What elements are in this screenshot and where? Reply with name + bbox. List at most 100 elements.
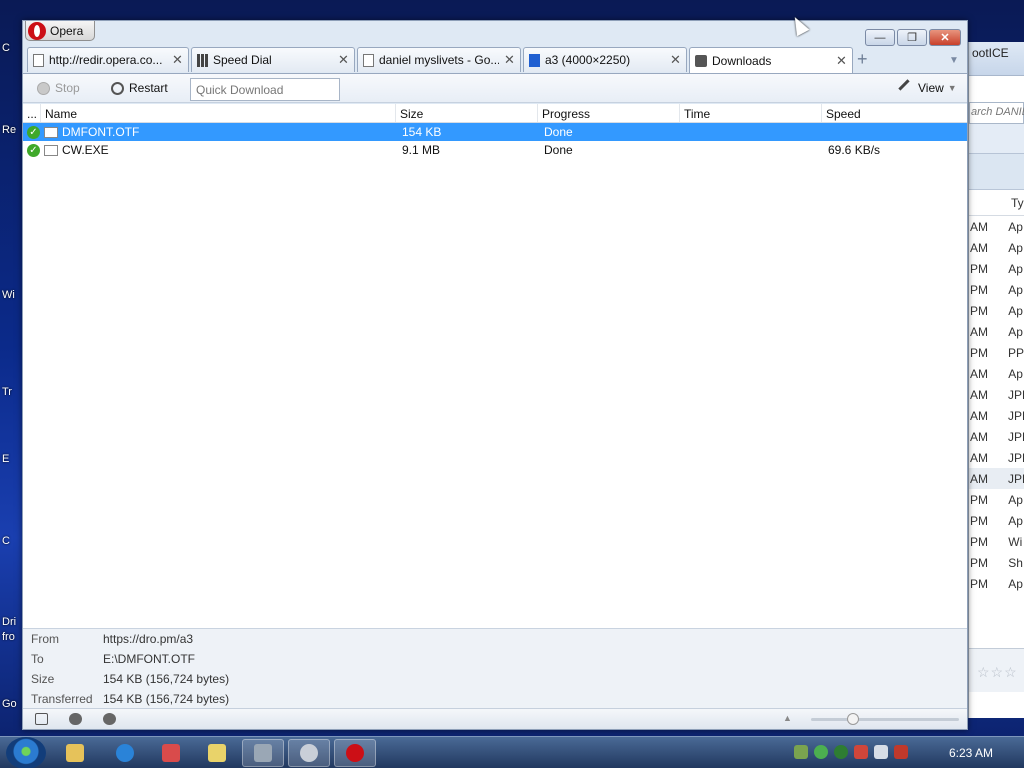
taskbar-opera[interactable] — [334, 739, 376, 767]
quick-download-input[interactable]: Quick Download — [190, 78, 340, 101]
tray-icon[interactable] — [794, 745, 808, 759]
detail-value[interactable]: E:\DMFONT.OTF — [103, 652, 195, 669]
restart-button[interactable]: Restart — [111, 81, 168, 95]
background-file-row[interactable]: PM Ap — [969, 489, 1024, 510]
view-button[interactable]: View ▼ — [898, 78, 957, 98]
background-file-row[interactable]: AM JPE — [969, 405, 1024, 426]
desktop-label[interactable]: Go — [2, 698, 17, 710]
file-type: Ap — [1008, 514, 1023, 528]
window-controls: — ❐ ✕ — [865, 29, 961, 46]
zoom-arrow-icon[interactable]: ▲ — [783, 713, 792, 723]
desktop-label[interactable]: C — [2, 535, 10, 547]
background-file-row[interactable]: PM Ap — [969, 300, 1024, 321]
file-modified-time: AM — [970, 325, 988, 339]
desktop-label[interactable]: fro — [2, 631, 15, 643]
minimize-button[interactable]: — — [865, 29, 895, 46]
desktop-label[interactable]: Dri — [2, 616, 16, 628]
detail-value-link[interactable]: https://dro.pm/a3 — [103, 632, 193, 649]
maximize-button[interactable]: ❐ — [897, 29, 927, 46]
background-column-header[interactable]: Ty — [969, 190, 1024, 216]
taskbar-paint[interactable] — [196, 739, 238, 767]
desktop-label[interactable]: Re — [2, 124, 16, 136]
tab-menu-chevron-icon[interactable]: ▼ — [949, 55, 959, 66]
close-tab-icon[interactable]: ✕ — [836, 53, 847, 69]
desktop-label[interactable]: C — [2, 42, 10, 54]
background-file-row[interactable]: AM Ap — [969, 216, 1024, 237]
close-tab-icon[interactable]: ✕ — [504, 52, 515, 68]
tray-icon[interactable] — [814, 745, 828, 759]
opera-menu-button[interactable]: Opera — [25, 21, 95, 41]
detail-transferred: Transferred 154 KB (156,724 bytes) — [23, 689, 967, 709]
detail-label: To — [31, 652, 44, 666]
taskbar-app-open[interactable] — [288, 739, 330, 767]
close-tab-icon[interactable]: ✕ — [172, 52, 183, 68]
background-file-row[interactable]: AM JPE — [969, 468, 1024, 489]
background-rating: ☆☆☆ — [969, 648, 1024, 692]
clock[interactable]: 6:23 AM — [949, 746, 993, 760]
file-type: Ap — [1008, 493, 1023, 507]
new-tab-button[interactable]: + — [857, 50, 868, 68]
opera-window: Opera — ❐ ✕ http://redir.opera.co... ✕ S… — [22, 20, 968, 730]
play-icon[interactable] — [834, 745, 848, 759]
start-button[interactable] — [6, 737, 46, 768]
background-explorer-window[interactable]: ootICE arch DANIE Ty AM Ap AM Ap PM Ap PM Ap PM A… — [968, 42, 1024, 718]
turbo-icon[interactable] — [103, 713, 116, 725]
column-header-time[interactable]: Time — [680, 104, 822, 122]
tab-redirect[interactable]: http://redir.opera.co... ✕ — [27, 47, 189, 72]
background-file-row[interactable]: AM JPE — [969, 384, 1024, 405]
column-header-options[interactable]: ... — [23, 104, 41, 122]
background-file-row[interactable]: AM Ap — [969, 363, 1024, 384]
cloud-icon[interactable] — [69, 713, 82, 725]
panel-toggle-icon[interactable] — [35, 713, 48, 725]
background-file-row[interactable]: PM Wi — [969, 531, 1024, 552]
close-tab-icon[interactable]: ✕ — [338, 52, 349, 68]
download-name: DMFONT.OTF — [62, 125, 140, 139]
taskbar-app[interactable] — [150, 739, 192, 767]
background-file-row[interactable]: PM PP — [969, 342, 1024, 363]
stop-button[interactable]: Stop — [37, 81, 80, 95]
background-file-row[interactable]: AM Ap — [969, 237, 1024, 258]
download-row[interactable]: ✓ DMFONT.OTF 154 KB Done — [23, 123, 967, 141]
paint-icon — [208, 744, 226, 762]
background-file-row[interactable]: AM JPE — [969, 426, 1024, 447]
file-modified-time: PM — [970, 493, 988, 507]
column-header-speed[interactable]: Speed — [822, 104, 967, 122]
column-header-size[interactable]: Size — [396, 104, 538, 122]
background-file-row[interactable]: PM Ap — [969, 573, 1024, 594]
column-header-progress[interactable]: Progress — [538, 104, 680, 122]
zoom-slider[interactable] — [811, 718, 959, 721]
taskbar-ie[interactable] — [104, 739, 146, 767]
column-header-name[interactable]: Name — [41, 104, 396, 122]
background-search-input[interactable]: arch DANIE — [969, 102, 1024, 124]
desktop-label[interactable]: Tr — [2, 386, 12, 398]
background-file-row[interactable]: PM Ap — [969, 279, 1024, 300]
background-file-row[interactable]: PM Sh — [969, 552, 1024, 573]
file-modified-time: AM — [970, 220, 988, 234]
tab-downloads[interactable]: Downloads ✕ — [689, 47, 853, 73]
tab-title: Speed Dial — [213, 53, 272, 67]
file-type: JPE — [1008, 430, 1024, 444]
background-file-row[interactable]: AM Ap — [969, 321, 1024, 342]
network-icon[interactable] — [874, 745, 888, 759]
grid-icon — [197, 53, 208, 67]
downloads-toolbar: Stop Restart Quick Download View ▼ — [23, 73, 967, 103]
taskbar-explorer[interactable] — [54, 739, 96, 767]
tab-search[interactable]: daniel myslivets - Go... ✕ — [357, 47, 521, 72]
tab-image[interactable]: a3 (4000×2250) ✕ — [523, 47, 687, 72]
taskbar-app-open[interactable] — [242, 739, 284, 767]
ie-icon — [116, 744, 134, 762]
background-file-row[interactable]: PM Ap — [969, 258, 1024, 279]
close-button[interactable]: ✕ — [929, 29, 961, 46]
volume-muted-icon[interactable] — [894, 745, 908, 759]
download-row[interactable]: ✓ CW.EXE 9.1 MB Done 69.6 KB/s — [23, 141, 967, 159]
file-type: PP — [1008, 346, 1024, 360]
zoom-slider-handle[interactable] — [847, 713, 859, 725]
background-file-row[interactable]: PM Ap — [969, 510, 1024, 531]
close-tab-icon[interactable]: ✕ — [670, 52, 681, 68]
background-file-row[interactable]: AM JPE — [969, 447, 1024, 468]
tab-speed-dial[interactable]: Speed Dial ✕ — [191, 47, 355, 72]
desktop-label[interactable]: E — [2, 453, 9, 465]
taskbar: 6:23 AM — [0, 736, 1024, 768]
desktop-label[interactable]: Wi — [2, 289, 15, 301]
tray-icon[interactable] — [854, 745, 868, 759]
